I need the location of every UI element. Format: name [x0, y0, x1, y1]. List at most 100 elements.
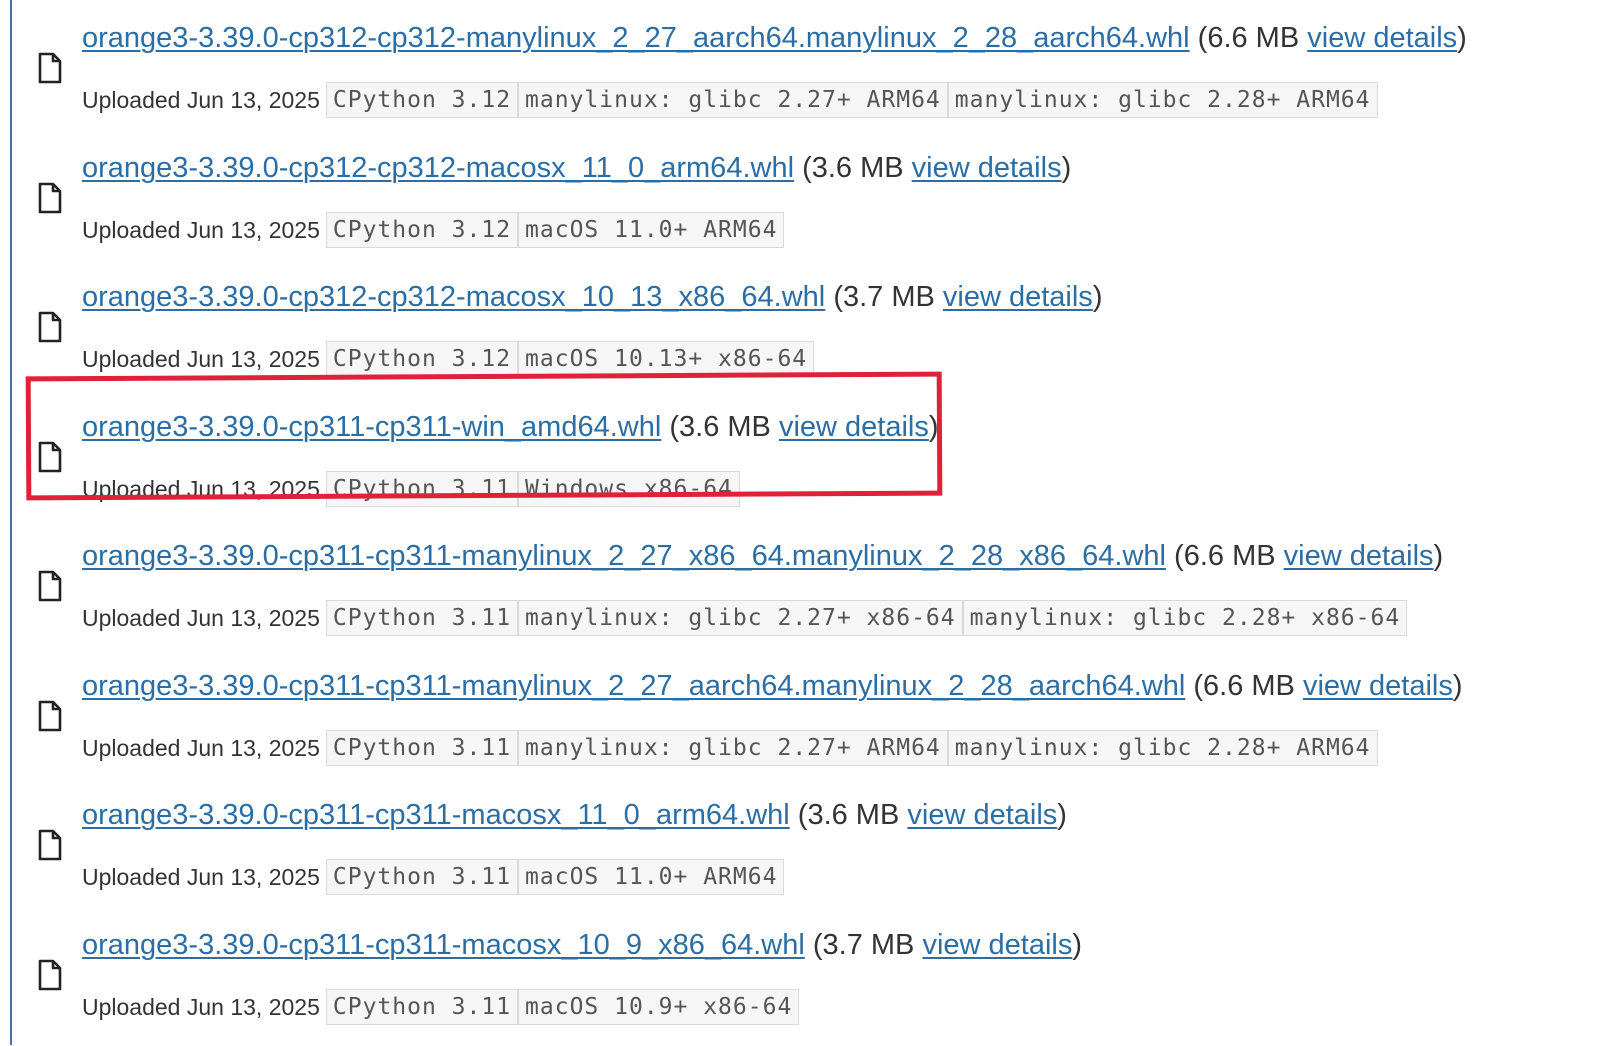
file-size: (6.6 MB	[1198, 22, 1300, 54]
file-meta: Uploaded Jun 13, 2025 CPython 3.11 Windo…	[82, 471, 740, 507]
close-paren: )	[929, 411, 939, 443]
file-download-link[interactable]: orange3-3.39.0-cp311-cp311-win_amd64.whl	[82, 411, 661, 443]
file-size: (6.6 MB	[1193, 670, 1295, 702]
file-icon	[38, 700, 62, 732]
file-title: orange3-3.39.0-cp311-cp311-macosx_11_0_a…	[82, 797, 1067, 833]
python-version-tag: CPython 3.11	[326, 730, 518, 766]
view-details-link[interactable]: view details	[1307, 22, 1457, 54]
file-download-link[interactable]: orange3-3.39.0-cp312-cp312-manylinux_2_2…	[82, 22, 1190, 54]
platform-tag: Windows x86-64	[518, 471, 740, 507]
file-title: orange3-3.39.0-cp311-cp311-manylinux_2_2…	[82, 538, 1443, 574]
file-icon	[38, 52, 62, 84]
file-download-link[interactable]: orange3-3.39.0-cp311-cp311-macosx_10_9_x…	[82, 929, 805, 961]
platform-tag: manylinux: glibc 2.28+ ARM64	[948, 730, 1378, 766]
file-list-panel: orange3-3.39.0-cp312-cp312-manylinux_2_2…	[10, 0, 1620, 1045]
close-paren: )	[1457, 22, 1467, 54]
file-title: orange3-3.39.0-cp311-cp311-win_amd64.whl…	[82, 409, 939, 445]
file-icon	[38, 959, 62, 991]
python-version-tag: CPython 3.12	[326, 212, 518, 248]
file-title: orange3-3.39.0-cp312-cp312-manylinux_2_2…	[82, 20, 1467, 56]
view-details-link[interactable]: view details	[907, 799, 1057, 831]
view-details-link[interactable]: view details	[922, 929, 1072, 961]
tag-group: CPython 3.12 macOS 10.13+ x86-64	[326, 341, 814, 377]
python-version-tag: CPython 3.12	[326, 341, 518, 377]
view-details-link[interactable]: view details	[943, 281, 1093, 313]
platform-tag: manylinux: glibc 2.28+ x86-64	[963, 600, 1408, 636]
file-title: orange3-3.39.0-cp312-cp312-macosx_10_13_…	[82, 279, 1102, 315]
file-meta: Uploaded Jun 13, 2025 CPython 3.12 macOS…	[82, 212, 784, 248]
list-item: orange3-3.39.0-cp312-cp312-macosx_10_13_…	[12, 269, 1612, 399]
list-item: orange3-3.39.0-cp312-cp312-macosx_11_0_a…	[12, 140, 1612, 270]
tag-group: CPython 3.11 Windows x86-64	[326, 471, 740, 507]
python-version-tag: CPython 3.11	[326, 859, 518, 895]
file-size: (3.6 MB	[802, 152, 904, 184]
file-download-link[interactable]: orange3-3.39.0-cp311-cp311-macosx_11_0_a…	[82, 799, 790, 831]
file-icon	[38, 311, 62, 343]
platform-tag: manylinux: glibc 2.27+ ARM64	[518, 730, 948, 766]
platform-tag: macOS 11.0+ ARM64	[518, 859, 784, 895]
file-icon	[38, 441, 62, 473]
file-icon	[38, 829, 62, 861]
file-meta: Uploaded Jun 13, 2025 CPython 3.11 manyl…	[82, 600, 1407, 636]
platform-tag: manylinux: glibc 2.28+ ARM64	[948, 82, 1378, 118]
file-size: (6.6 MB	[1174, 540, 1276, 572]
file-title: orange3-3.39.0-cp312-cp312-macosx_11_0_a…	[82, 150, 1071, 186]
tag-group: CPython 3.12 manylinux: glibc 2.27+ ARM6…	[326, 82, 1378, 118]
file-download-link[interactable]: orange3-3.39.0-cp312-cp312-macosx_11_0_a…	[82, 152, 794, 184]
file-download-link[interactable]: orange3-3.39.0-cp312-cp312-macosx_10_13_…	[82, 281, 825, 313]
close-paren: )	[1453, 670, 1463, 702]
list-item: orange3-3.39.0-cp311-cp311-macosx_10_9_x…	[12, 917, 1612, 1046]
upload-date: Uploaded Jun 13, 2025	[82, 601, 320, 635]
tag-group: CPython 3.11 manylinux: glibc 2.27+ ARM6…	[326, 730, 1378, 766]
tag-group: CPython 3.11 manylinux: glibc 2.27+ x86-…	[326, 600, 1407, 636]
tag-group: CPython 3.12 macOS 11.0+ ARM64	[326, 212, 785, 248]
close-paren: )	[1057, 799, 1067, 831]
file-list: orange3-3.39.0-cp312-cp312-manylinux_2_2…	[12, 10, 1612, 1046]
file-size: (3.6 MB	[669, 411, 771, 443]
python-version-tag: CPython 3.12	[326, 82, 518, 118]
file-meta: Uploaded Jun 13, 2025 CPython 3.11 macOS…	[82, 859, 784, 895]
python-version-tag: CPython 3.11	[326, 471, 518, 507]
upload-date: Uploaded Jun 13, 2025	[82, 472, 320, 506]
file-title: orange3-3.39.0-cp311-cp311-macosx_10_9_x…	[82, 927, 1082, 963]
file-meta: Uploaded Jun 13, 2025 CPython 3.12 macOS…	[82, 341, 814, 377]
python-version-tag: CPython 3.11	[326, 600, 518, 636]
view-details-link[interactable]: view details	[1284, 540, 1434, 572]
platform-tag: macOS 11.0+ ARM64	[518, 212, 784, 248]
file-size: (3.7 MB	[813, 929, 915, 961]
file-icon	[38, 570, 62, 602]
file-title: orange3-3.39.0-cp311-cp311-manylinux_2_2…	[82, 668, 1463, 704]
tag-group: CPython 3.11 macOS 10.9+ x86-64	[326, 989, 799, 1025]
close-paren: )	[1072, 929, 1082, 961]
upload-date: Uploaded Jun 13, 2025	[82, 860, 320, 894]
view-details-link[interactable]: view details	[779, 411, 929, 443]
file-download-link[interactable]: orange3-3.39.0-cp311-cp311-manylinux_2_2…	[82, 540, 1166, 572]
list-item: orange3-3.39.0-cp311-cp311-manylinux_2_2…	[12, 658, 1612, 788]
close-paren: )	[1434, 540, 1444, 572]
close-paren: )	[1062, 152, 1072, 184]
platform-tag: macOS 10.9+ x86-64	[518, 989, 799, 1025]
file-meta: Uploaded Jun 13, 2025 CPython 3.11 macOS…	[82, 989, 799, 1025]
platform-tag: macOS 10.13+ x86-64	[518, 341, 814, 377]
upload-date: Uploaded Jun 13, 2025	[82, 342, 320, 376]
close-paren: )	[1093, 281, 1103, 313]
upload-date: Uploaded Jun 13, 2025	[82, 83, 320, 117]
upload-date: Uploaded Jun 13, 2025	[82, 731, 320, 765]
file-meta: Uploaded Jun 13, 2025 CPython 3.12 manyl…	[82, 82, 1378, 118]
file-size: (3.6 MB	[798, 799, 900, 831]
platform-tag: manylinux: glibc 2.27+ x86-64	[518, 600, 963, 636]
platform-tag: manylinux: glibc 2.27+ ARM64	[518, 82, 948, 118]
list-item: orange3-3.39.0-cp311-cp311-manylinux_2_2…	[12, 528, 1612, 658]
list-item: orange3-3.39.0-cp311-cp311-macosx_11_0_a…	[12, 787, 1612, 917]
view-details-link[interactable]: view details	[1303, 670, 1453, 702]
python-version-tag: CPython 3.11	[326, 989, 518, 1025]
file-size: (3.7 MB	[833, 281, 935, 313]
file-icon	[38, 182, 62, 214]
list-item-highlighted: orange3-3.39.0-cp311-cp311-win_amd64.whl…	[12, 399, 1612, 529]
upload-date: Uploaded Jun 13, 2025	[82, 213, 320, 247]
upload-date: Uploaded Jun 13, 2025	[82, 990, 320, 1024]
file-download-link[interactable]: orange3-3.39.0-cp311-cp311-manylinux_2_2…	[82, 670, 1185, 702]
list-item: orange3-3.39.0-cp312-cp312-manylinux_2_2…	[12, 10, 1612, 140]
tag-group: CPython 3.11 macOS 11.0+ ARM64	[326, 859, 785, 895]
view-details-link[interactable]: view details	[912, 152, 1062, 184]
